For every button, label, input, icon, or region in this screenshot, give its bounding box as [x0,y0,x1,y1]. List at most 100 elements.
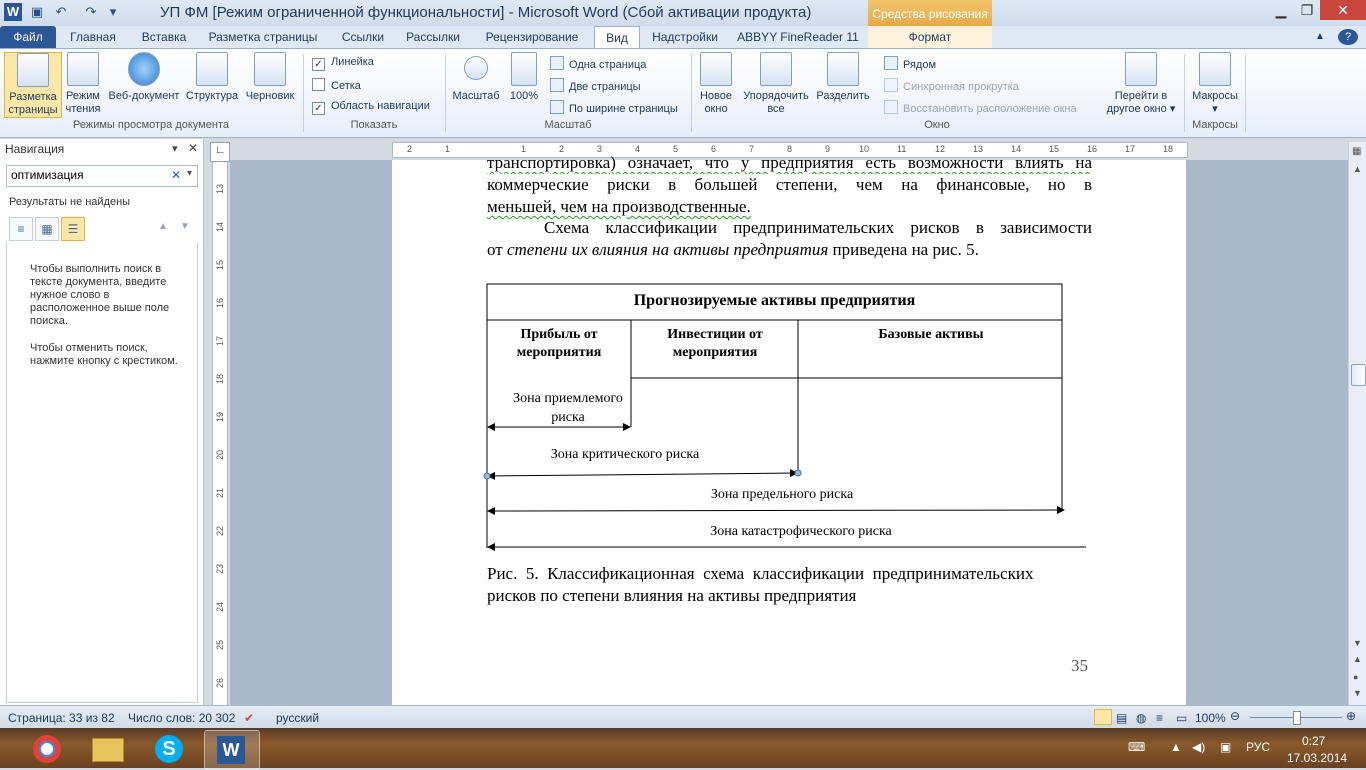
new-window-button[interactable]: Новое окно [694,52,738,116]
zoom-level[interactable]: 100% [1195,711,1226,725]
checkbox-checked-icon: ✓ [312,58,325,71]
collapse-ribbon-icon[interactable]: ▲ [1310,26,1330,48]
scroll-down-icon[interactable]: ▼ [1353,638,1362,648]
tab-insert[interactable]: Вставка [132,26,196,48]
clear-search-icon[interactable]: ✕ [171,168,181,182]
tab-mailings[interactable]: Рассылки [400,26,466,48]
next-result-icon[interactable]: ▼ [180,221,190,232]
save-icon[interactable]: ▣ [28,3,46,21]
clock-time[interactable]: 0:27 [1302,734,1325,748]
proofing-icon[interactable]: ✔ [244,711,254,725]
ruler-toggle-icon[interactable]: ▦ [1352,146,1361,157]
gridlines-checkbox[interactable]: Сетка [312,78,361,92]
word-taskbar-icon[interactable]: W [204,730,260,770]
browse-headings-tab[interactable]: ≡ [9,217,33,241]
browse-results-tab[interactable]: ☰ [61,217,85,241]
split-button[interactable]: Разделить [814,52,872,103]
zoom-100-button[interactable]: 100% [506,52,542,103]
explorer-taskbar-icon[interactable] [80,730,134,768]
nav-pane-checkbox[interactable]: ✓ Область навигации [312,100,430,115]
web-view-icon[interactable]: ◍ [1136,711,1146,725]
reading-view-icon[interactable]: ▤ [1116,711,1127,725]
tab-format[interactable]: Формат [868,26,992,48]
page-count[interactable]: Страница: 33 из 82 [8,711,115,725]
scroll-thumb[interactable] [1351,364,1366,386]
one-page-icon [550,56,564,70]
browse-object-icon[interactable]: ● [1353,672,1358,682]
tab-file[interactable]: Файл [0,26,56,48]
volume-icon[interactable]: ◀) [1192,740,1205,754]
zoom-in-icon[interactable]: ⊕ [1346,709,1356,723]
side-by-side-button[interactable]: Рядом [884,56,936,71]
side-by-side-icon [884,56,898,70]
network-icon[interactable]: ▣ [1220,740,1231,754]
clock-date[interactable]: 17.03.2014 [1287,751,1347,765]
draft-button[interactable]: Черновик [242,52,298,103]
minimize-button[interactable]: ▁ [1268,0,1294,20]
input-language[interactable]: РУС [1246,740,1270,754]
tab-addins[interactable]: Надстройки [644,26,726,48]
ruler-checkbox[interactable]: ✓ Линейка [312,56,374,71]
arrange-all-icon [760,52,792,86]
redo-icon[interactable]: ↷ [82,3,100,21]
draft-view-icon[interactable]: ▭ [1176,711,1187,725]
chrome-taskbar-icon[interactable] [20,730,74,768]
tab-review[interactable]: Рецензирование [478,26,586,48]
tab-abbyy[interactable]: ABBYY FineReader 11 [736,26,860,48]
zoom-button[interactable]: Масштаб [450,52,502,103]
tray-expand-icon[interactable]: ▲ [1170,740,1182,754]
reset-window-button[interactable]: Восстановить расположение окна [884,100,1077,115]
search-options-icon[interactable]: ▾ [187,168,192,179]
no-results-text: Результаты не найдены [9,196,131,208]
zone-arrow [487,506,1065,515]
group-divider [1245,54,1246,132]
tab-references[interactable]: Ссылки [334,26,392,48]
one-page-button[interactable]: Одна страница [550,56,646,71]
browse-pages-tab[interactable]: ▦ [35,217,59,241]
restore-button[interactable]: ❐ [1294,0,1320,20]
vertical-scrollbar[interactable]: ▦ ▲ ▼ ▲ ● ▼ [1348,142,1366,705]
outline-view-icon[interactable]: ≡ [1156,711,1163,725]
print-layout-view-icon[interactable] [1094,709,1112,725]
nav-search-box[interactable]: ✕ ▾ [6,165,198,187]
outline-button[interactable]: Структура [184,52,240,103]
zoom-slider-thumb[interactable] [1293,711,1301,725]
tab-page-layout[interactable]: Разметка страницы [204,26,322,48]
tab-home[interactable]: Главная [62,26,124,48]
page-width-button[interactable]: По ширине страницы [550,100,678,115]
word-count[interactable]: Число слов: 20 302 [128,711,235,725]
sync-scroll-button[interactable]: Синхронная прокрутка [884,78,1019,93]
word-app-icon[interactable]: W [4,3,22,21]
scroll-up-icon[interactable]: ▲ [1353,164,1362,174]
print-layout-button[interactable]: Разметка страницы [4,52,62,118]
close-button[interactable]: ✕ [1320,0,1366,20]
full-reading-button[interactable]: Режим чтения [62,52,104,116]
language-indicator[interactable]: русский [276,711,319,725]
help-icon[interactable]: ? [1338,29,1358,45]
column-profit: Прибыль от мероприятия [516,327,602,360]
customize-qat-icon[interactable]: ▾ [104,3,122,21]
paragraph-line: транспортировка) означает, что у предпри… [487,153,1092,172]
figure-caption: Рис. 5. Классификационная схема классифи… [487,564,1034,583]
previous-page-icon[interactable]: ▲ [1353,654,1362,664]
status-bar: Страница: 33 из 82 Число слов: 20 302 ✔ … [0,705,1366,729]
switch-window-button[interactable]: Перейти в другое окно ▾ [1100,52,1182,116]
skype-taskbar-icon[interactable]: S [142,730,196,768]
selection-handle [483,472,491,480]
web-layout-button[interactable]: Веб-документ [106,52,182,103]
arrange-all-button[interactable]: Упорядочить все [740,52,812,116]
undo-icon[interactable]: ↶ [52,3,70,21]
zoom-out-icon[interactable]: ⊖ [1230,709,1240,723]
nav-pane-menu-icon[interactable]: ▾ [172,142,178,155]
zone-catastrophic-label: Зона катастрофического риска [710,524,892,539]
macros-button[interactable]: Макросы ▾ [1188,52,1242,116]
search-input[interactable] [11,168,166,182]
nav-pane-close-icon[interactable]: ✕ [188,141,198,155]
tab-view[interactable]: Вид [594,26,640,49]
next-page-icon[interactable]: ▼ [1353,688,1362,698]
two-pages-button[interactable]: Две страницы [550,78,641,93]
tab-selector[interactable]: ∟ [210,142,230,162]
previous-result-icon[interactable]: ▲ [158,221,168,232]
keyboard-icon[interactable]: ⌨ [1128,740,1145,754]
diagram-header: Прогнозируемые активы предприятия [633,292,916,309]
